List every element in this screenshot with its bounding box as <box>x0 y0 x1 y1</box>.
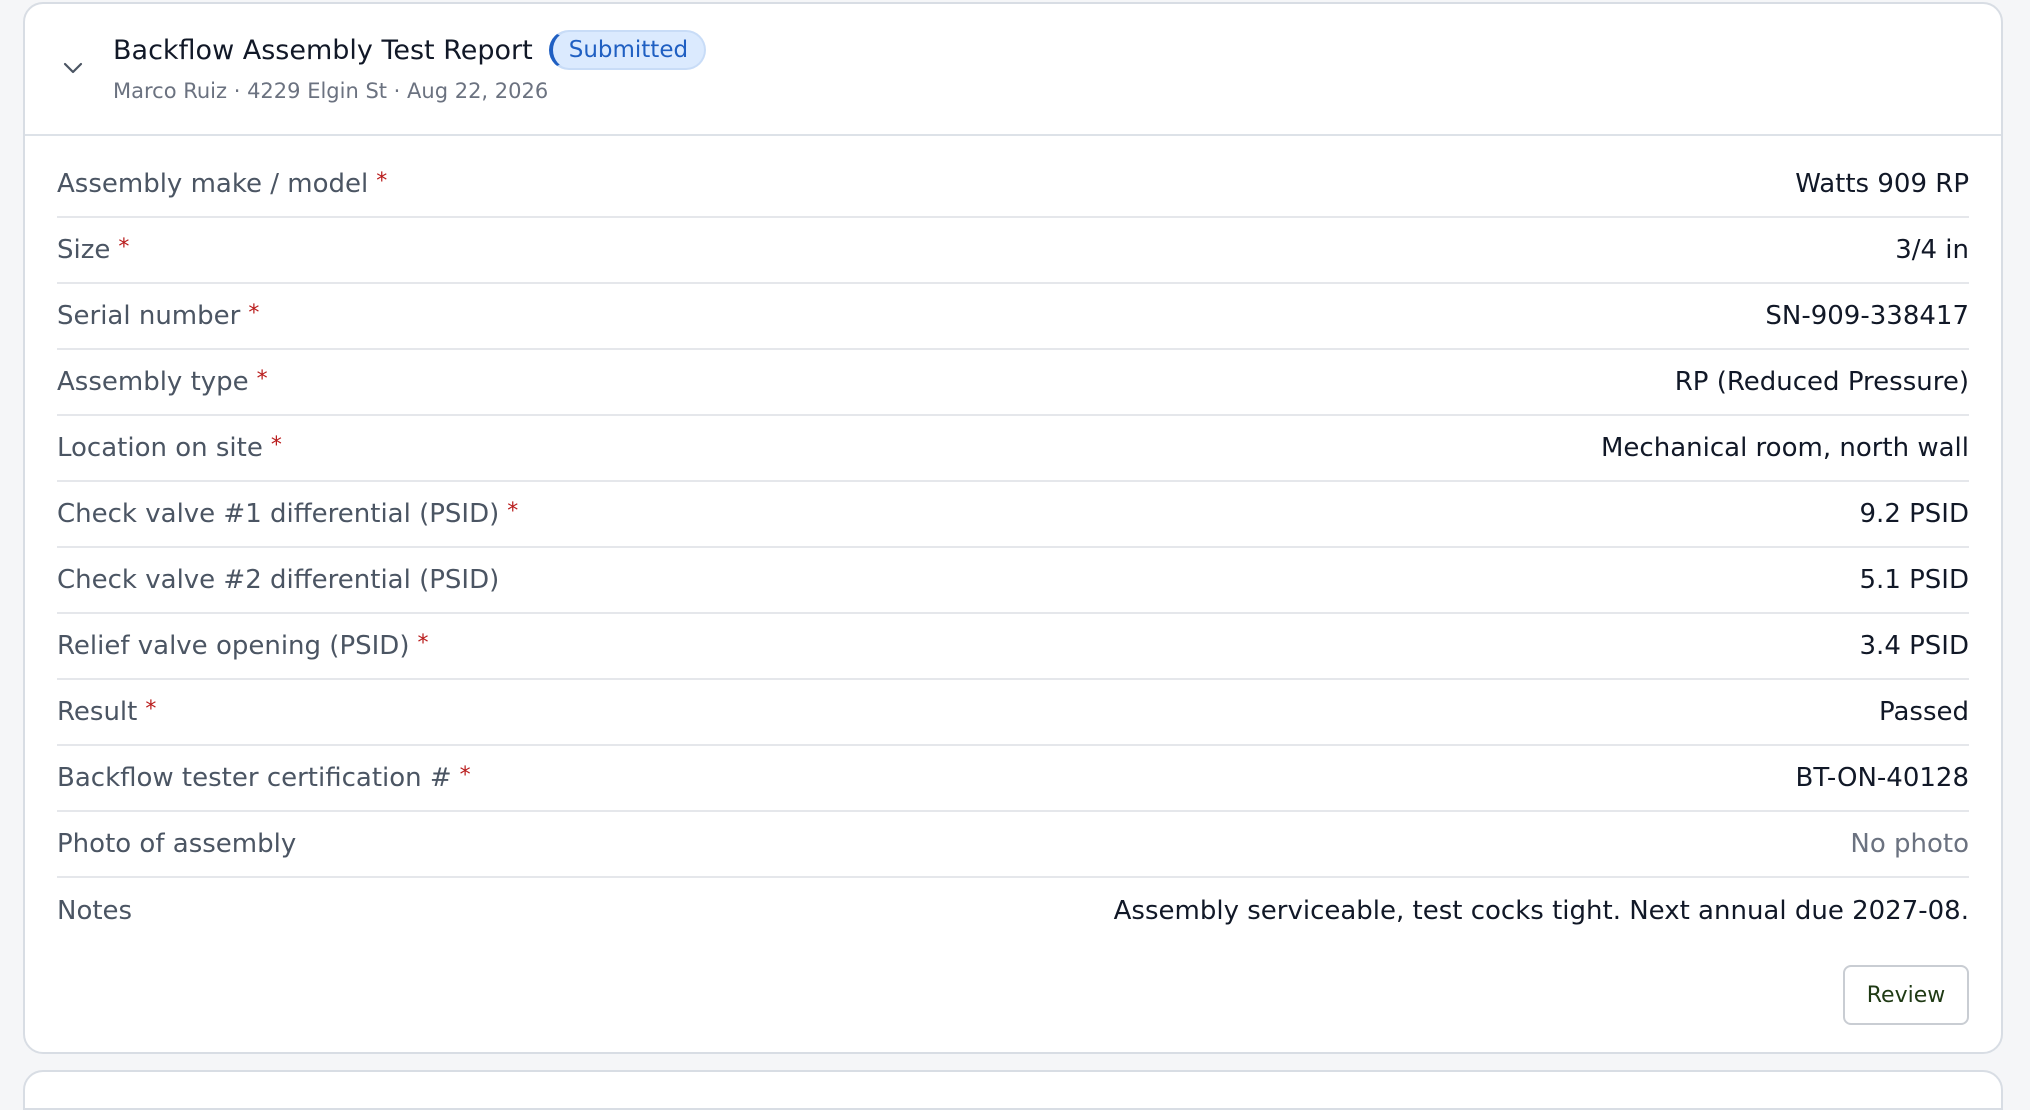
field-row-location-on-site: Location on site * Mechanical room, north… <box>57 416 1969 482</box>
required-marker: * <box>270 433 282 458</box>
field-label: Backflow tester certification # * <box>57 763 471 793</box>
field-row-assembly-type: Assembly type * RP (Reduced Pressure) <box>57 350 1969 416</box>
field-value: 5.1 PSID <box>1859 565 1969 595</box>
field-value: Assembly serviceable, test cocks tight. … <box>1113 896 1969 926</box>
required-marker: * <box>145 697 157 722</box>
field-label: Notes <box>57 896 133 926</box>
field-value: BT-ON-40128 <box>1795 763 1969 793</box>
next-report-card <box>23 1070 2003 1110</box>
field-row-size: Size * 3/4 in <box>57 218 1969 284</box>
field-value: 3.4 PSID <box>1859 631 1969 661</box>
field-value: SN-909-338417 <box>1765 301 1969 331</box>
field-row-result: Result * Passed <box>57 680 1969 746</box>
field-label: Check valve #1 differential (PSID) * <box>57 499 519 529</box>
field-label: Serial number * <box>57 301 260 331</box>
field-list: Assembly make / model * Watts 909 RP Size… <box>57 152 1969 944</box>
required-marker: * <box>256 367 268 392</box>
report-title-row: Backflow Assembly Test Report Submitted <box>113 30 707 70</box>
field-label: Photo of assembly <box>57 829 297 859</box>
required-marker: * <box>118 235 130 260</box>
report-title: Backflow Assembly Test Report <box>113 34 533 66</box>
field-label: Location on site * <box>57 433 282 463</box>
required-marker: * <box>417 631 429 656</box>
field-label: Result * <box>57 697 157 727</box>
field-label: Assembly type * <box>57 367 268 397</box>
field-label: Assembly make / model * <box>57 169 388 199</box>
field-value: Passed <box>1878 697 1969 727</box>
field-row-assembly-make-model: Assembly make / model * Watts 909 RP <box>57 152 1969 218</box>
chevron-down-icon[interactable] <box>61 56 85 80</box>
required-marker: * <box>459 763 471 788</box>
review-button[interactable]: Review <box>1843 965 1969 1025</box>
field-value: Mechanical room, north wall <box>1601 433 1969 463</box>
field-label: Relief valve opening (PSID) * <box>57 631 429 661</box>
field-row-serial-number: Serial number * SN-909-338417 <box>57 284 1969 350</box>
field-row-notes: Notes Assembly serviceable, test cocks t… <box>57 878 1969 944</box>
report-subtitle: Marco Ruiz · 4229 Elgin St · Aug 22, 202… <box>113 79 549 103</box>
required-marker: * <box>248 301 260 326</box>
field-row-photo: Photo of assembly No photo <box>57 812 1969 878</box>
field-value: 3/4 in <box>1895 235 1969 265</box>
field-label: Check valve #2 differential (PSID) <box>57 565 500 595</box>
report-card: Backflow Assembly Test Report Submitted … <box>23 2 2003 1054</box>
required-marker: * <box>376 169 388 194</box>
field-value: 9.2 PSID <box>1859 499 1969 529</box>
field-label: Size * <box>57 235 130 265</box>
field-value: RP (Reduced Pressure) <box>1674 367 1969 397</box>
field-row-check-valve-2: Check valve #2 differential (PSID) 5.1 P… <box>57 548 1969 614</box>
report-card-header[interactable]: Backflow Assembly Test Report Submitted … <box>25 4 2001 136</box>
field-value: No photo <box>1850 829 1969 859</box>
required-marker: * <box>507 499 519 524</box>
field-value: Watts 909 RP <box>1795 169 1969 199</box>
field-row-relief-valve: Relief valve opening (PSID) * 3.4 PSID <box>57 614 1969 680</box>
status-badge: Submitted <box>548 30 707 70</box>
field-row-tester-certification: Backflow tester certification # * BT-ON-4… <box>57 746 1969 812</box>
field-row-check-valve-1: Check valve #1 differential (PSID) * 9.2 … <box>57 482 1969 548</box>
